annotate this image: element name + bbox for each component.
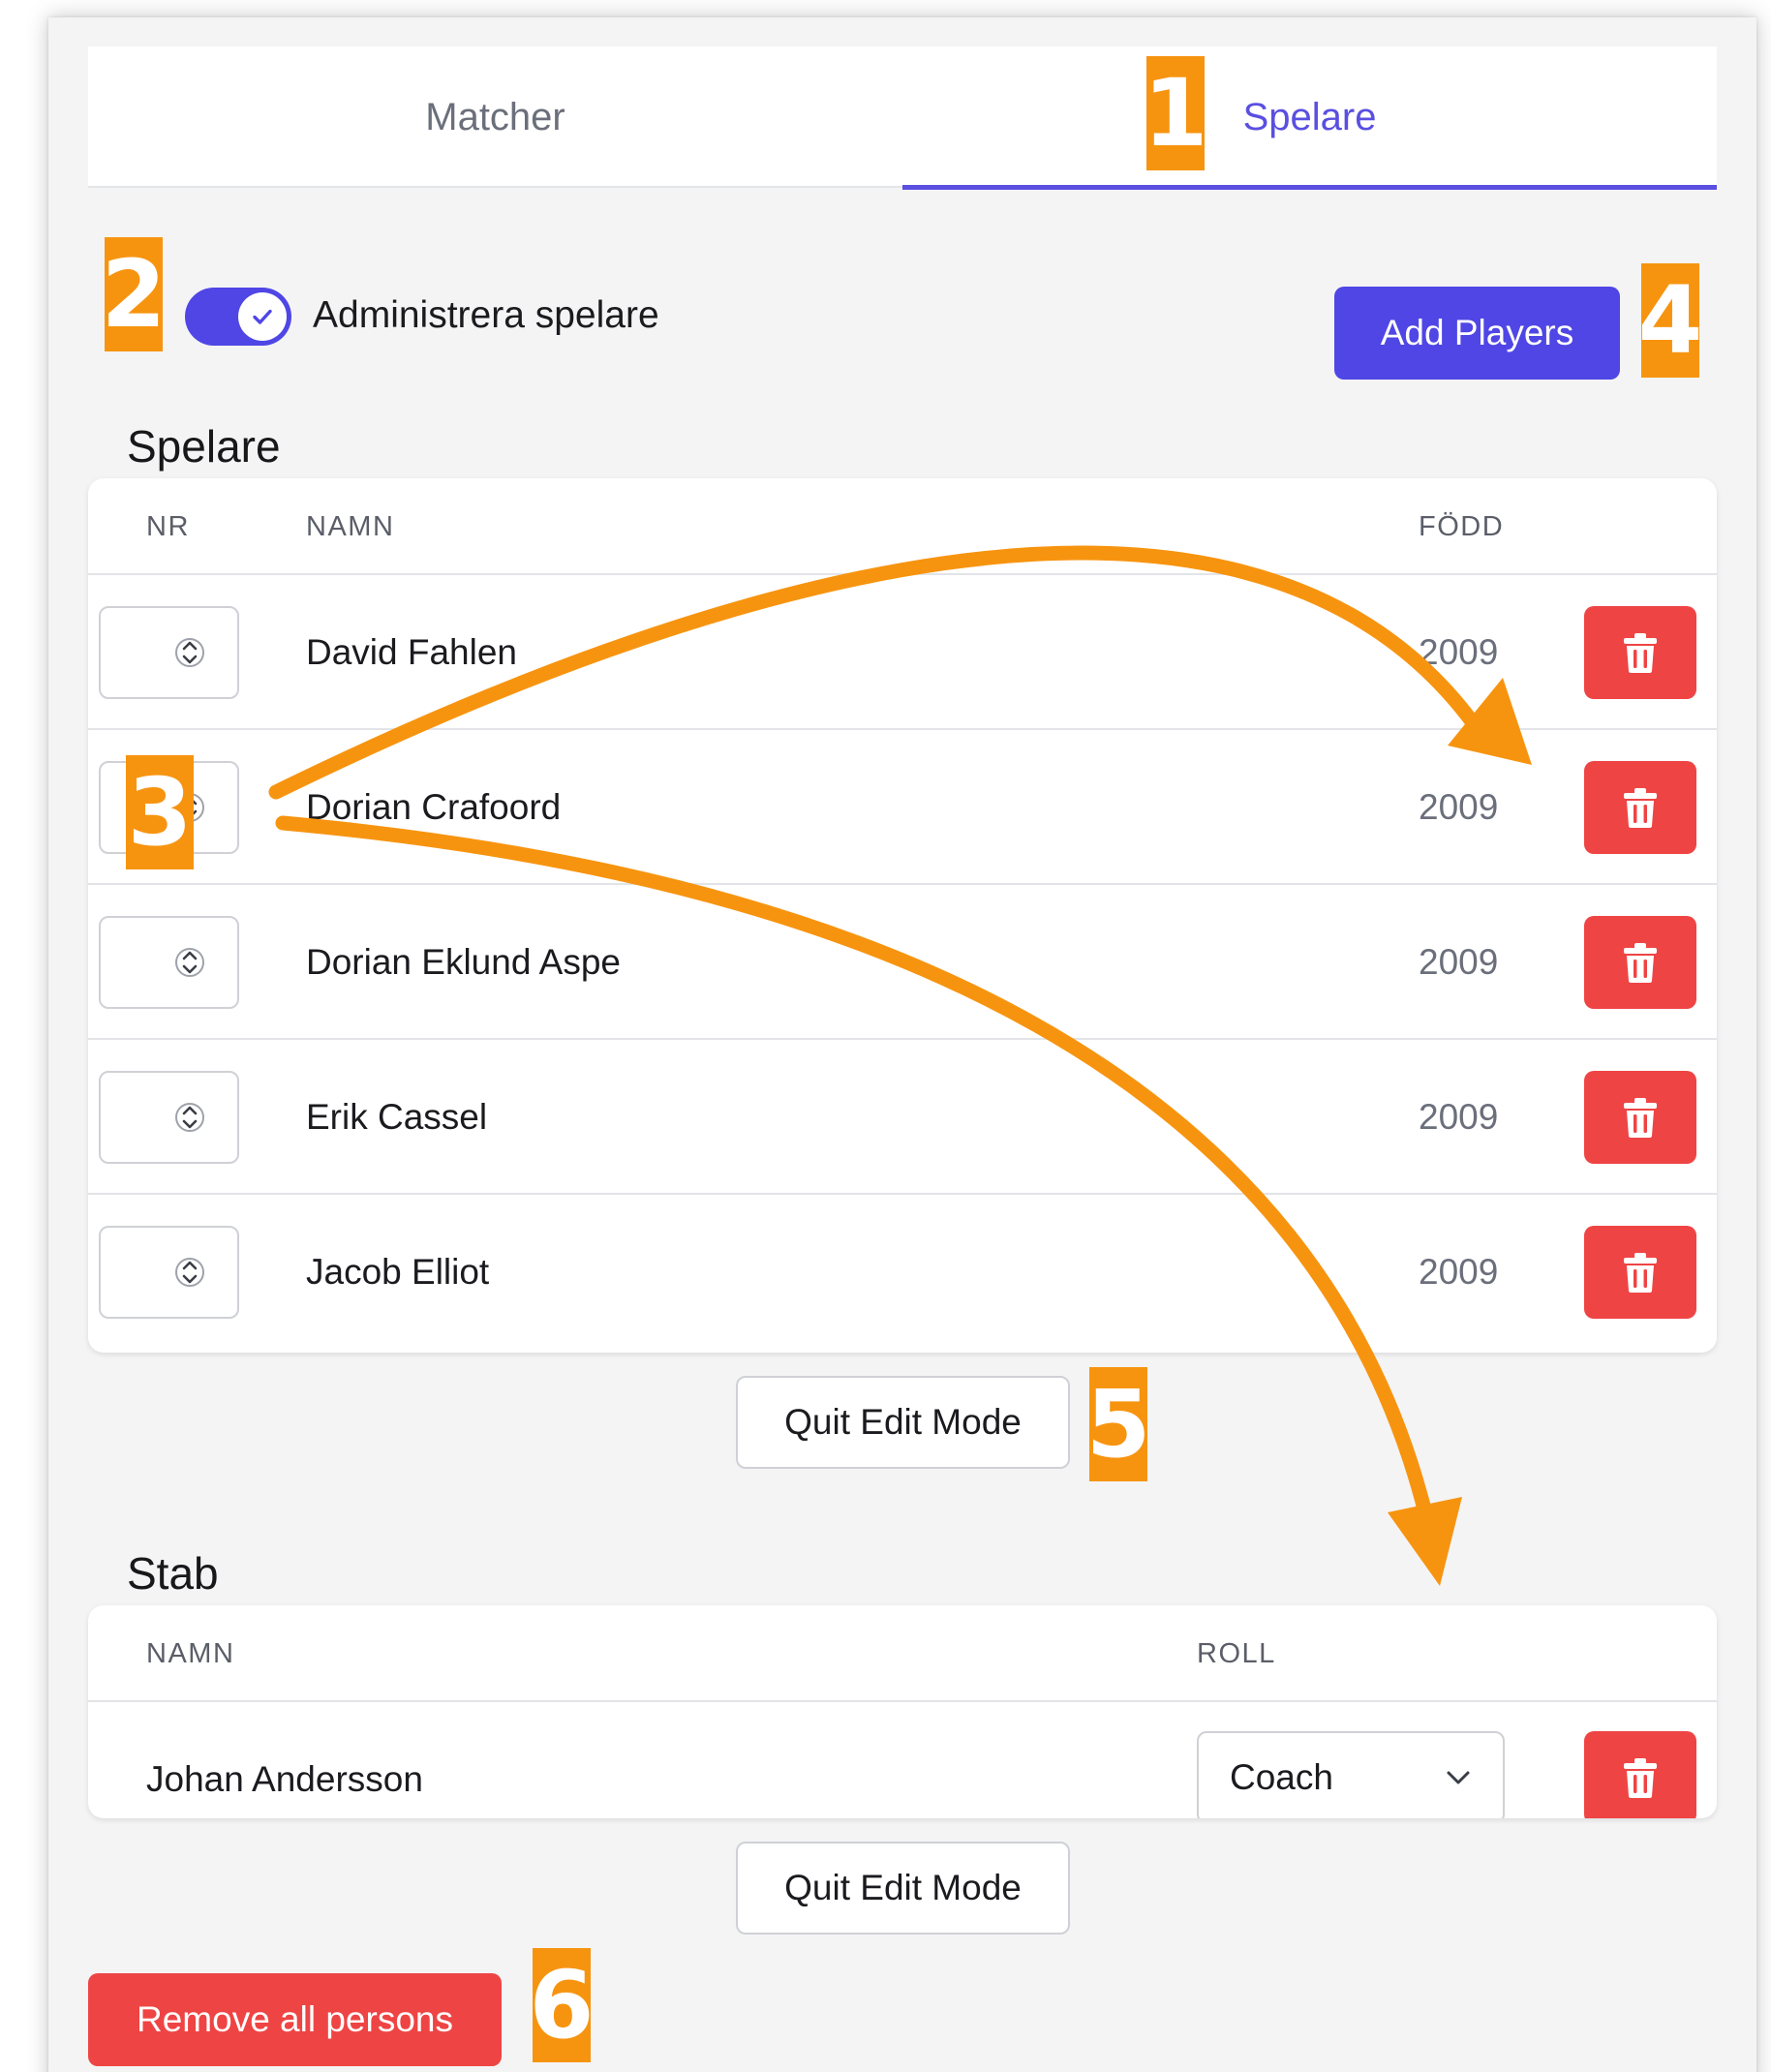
players-section-title: Spelare bbox=[127, 421, 281, 472]
players-table: NR NAMN FÖDD David Fahlen 2009 Dorian Cr… bbox=[88, 478, 1717, 1353]
tab-matcher[interactable]: Matcher bbox=[88, 46, 902, 188]
player-born: 2009 bbox=[1419, 787, 1499, 827]
add-players-button[interactable]: Add Players bbox=[1334, 287, 1620, 380]
column-nr: NR bbox=[146, 510, 190, 542]
role-select-value: Coach bbox=[1230, 1757, 1333, 1797]
staff-table: NAMN ROLL Johan Andersson Coach bbox=[88, 1605, 1717, 1818]
player-born: 2009 bbox=[1419, 942, 1499, 982]
delete-player-button[interactable] bbox=[1584, 1071, 1696, 1164]
chevron-down-icon bbox=[1447, 1771, 1470, 1784]
stepper-arrows-icon bbox=[175, 1258, 204, 1287]
toggle-knob bbox=[238, 292, 287, 341]
marker-3: 3 bbox=[126, 755, 194, 869]
trash-icon bbox=[1624, 1098, 1657, 1138]
table-row: Dorian Eklund Aspe 2009 bbox=[88, 885, 1717, 1040]
player-name: Jacob Elliot bbox=[306, 1252, 490, 1292]
tab-bar: Matcher Spelare bbox=[88, 46, 1717, 190]
table-row: Jacob Elliot 2009 bbox=[88, 1195, 1717, 1350]
delete-player-button[interactable] bbox=[1584, 606, 1696, 699]
trash-icon bbox=[1624, 943, 1657, 983]
table-row: David Fahlen 2009 bbox=[88, 575, 1717, 730]
player-born: 2009 bbox=[1419, 632, 1499, 672]
column-name: NAMN bbox=[146, 1637, 235, 1669]
marker-2: 2 bbox=[102, 237, 166, 351]
delete-player-button[interactable] bbox=[1584, 916, 1696, 1009]
marker-5: 5 bbox=[1086, 1367, 1150, 1481]
player-name: Dorian Crafoord bbox=[306, 787, 562, 827]
column-role: ROLL bbox=[1197, 1637, 1276, 1669]
player-name: David Fahlen bbox=[306, 632, 518, 672]
player-name: Erik Cassel bbox=[306, 1097, 488, 1137]
marker-6: 6 bbox=[530, 1948, 594, 2062]
check-icon bbox=[253, 309, 272, 324]
table-row: Johan Andersson Coach bbox=[88, 1702, 1717, 1818]
delete-player-button[interactable] bbox=[1584, 1226, 1696, 1319]
trash-icon bbox=[1624, 1253, 1657, 1293]
column-born: FÖDD bbox=[1419, 510, 1505, 542]
number-stepper[interactable] bbox=[99, 1071, 239, 1164]
role-select[interactable]: Coach bbox=[1197, 1731, 1505, 1818]
stepper-arrows-icon bbox=[175, 1103, 204, 1132]
number-stepper[interactable] bbox=[99, 916, 239, 1009]
marker-1: 1 bbox=[1144, 56, 1207, 170]
marker-4: 4 bbox=[1638, 263, 1702, 378]
trash-icon bbox=[1624, 1758, 1657, 1798]
column-name: NAMN bbox=[306, 510, 395, 542]
admin-players-label: Administrera spelare bbox=[313, 294, 659, 336]
player-born: 2009 bbox=[1419, 1097, 1499, 1137]
table-row: Dorian Crafoord 2009 bbox=[88, 730, 1717, 885]
trash-icon bbox=[1624, 633, 1657, 673]
stepper-arrows-icon bbox=[175, 948, 204, 977]
number-stepper[interactable] bbox=[99, 606, 239, 699]
quit-edit-mode-players-button[interactable]: Quit Edit Mode bbox=[736, 1376, 1070, 1469]
player-born: 2009 bbox=[1419, 1252, 1499, 1292]
players-table-header: NR NAMN FÖDD bbox=[88, 478, 1717, 575]
stepper-arrows-icon bbox=[175, 638, 204, 667]
tab-spelare[interactable]: Spelare bbox=[902, 46, 1717, 190]
number-stepper[interactable] bbox=[99, 1226, 239, 1319]
delete-player-button[interactable] bbox=[1584, 761, 1696, 854]
table-row: Erik Cassel 2009 bbox=[88, 1040, 1717, 1195]
delete-staff-button[interactable] bbox=[1584, 1731, 1696, 1818]
remove-all-persons-button[interactable]: Remove all persons bbox=[88, 1973, 502, 2066]
staff-table-header: NAMN ROLL bbox=[88, 1605, 1717, 1702]
admin-players-toggle[interactable] bbox=[185, 288, 291, 346]
trash-icon bbox=[1624, 788, 1657, 828]
player-name: Dorian Eklund Aspe bbox=[306, 942, 621, 982]
quit-edit-mode-staff-button[interactable]: Quit Edit Mode bbox=[736, 1842, 1070, 1935]
staff-section-title: Stab bbox=[127, 1548, 219, 1599]
staff-name: Johan Andersson bbox=[146, 1759, 423, 1799]
